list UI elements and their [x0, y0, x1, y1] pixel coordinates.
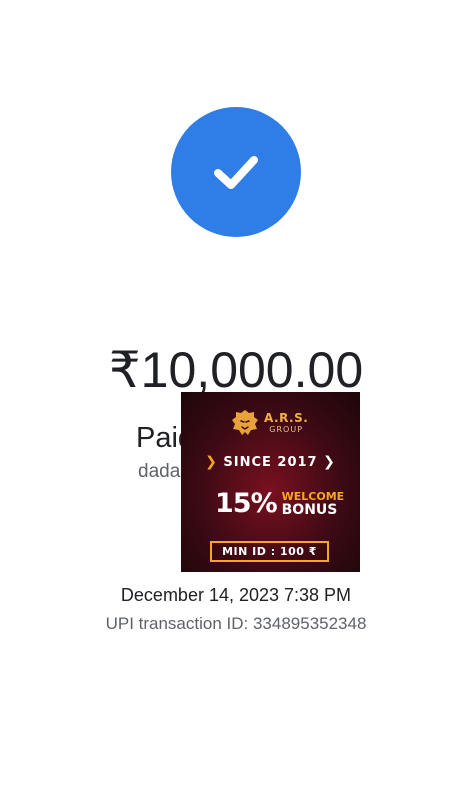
- payee-name: dada: [138, 461, 181, 482]
- ad-bonus-label: BONUS: [281, 501, 338, 518]
- payment-amount: ₹10,000.00: [108, 342, 364, 398]
- ad-bonus: 15% WELCOME BONUS: [215, 488, 344, 520]
- ad-bonus-percent: 15%: [215, 488, 278, 519]
- ad-brand-name: A.R.S.: [264, 411, 309, 425]
- checkmark-icon: [214, 156, 258, 189]
- ad-banner[interactable]: A.R.S. GROUP ❯ SINCE 2017 ❯ 15% WELCOME …: [181, 392, 360, 572]
- success-check-badge: [171, 107, 301, 237]
- ad-since-text: SINCE 2017: [223, 455, 318, 470]
- ad-brand-sub: GROUP: [269, 425, 304, 434]
- ad-bonus-welcome: WELCOME: [281, 489, 345, 503]
- chevron-right-icon: ❯: [205, 454, 218, 470]
- lion-icon: [232, 410, 258, 435]
- chevron-right-icon: ❯: [323, 454, 336, 470]
- ad-logo: A.R.S. GROUP: [230, 408, 308, 438]
- upi-transaction-id: UPI transaction ID: 334895352348: [105, 614, 367, 633]
- transaction-datetime: December 14, 2023 7:38 PM: [120, 585, 352, 605]
- ad-since-line: ❯ SINCE 2017 ❯: [181, 452, 360, 473]
- ad-min-id-badge: MIN ID : 100 ₹: [210, 541, 329, 562]
